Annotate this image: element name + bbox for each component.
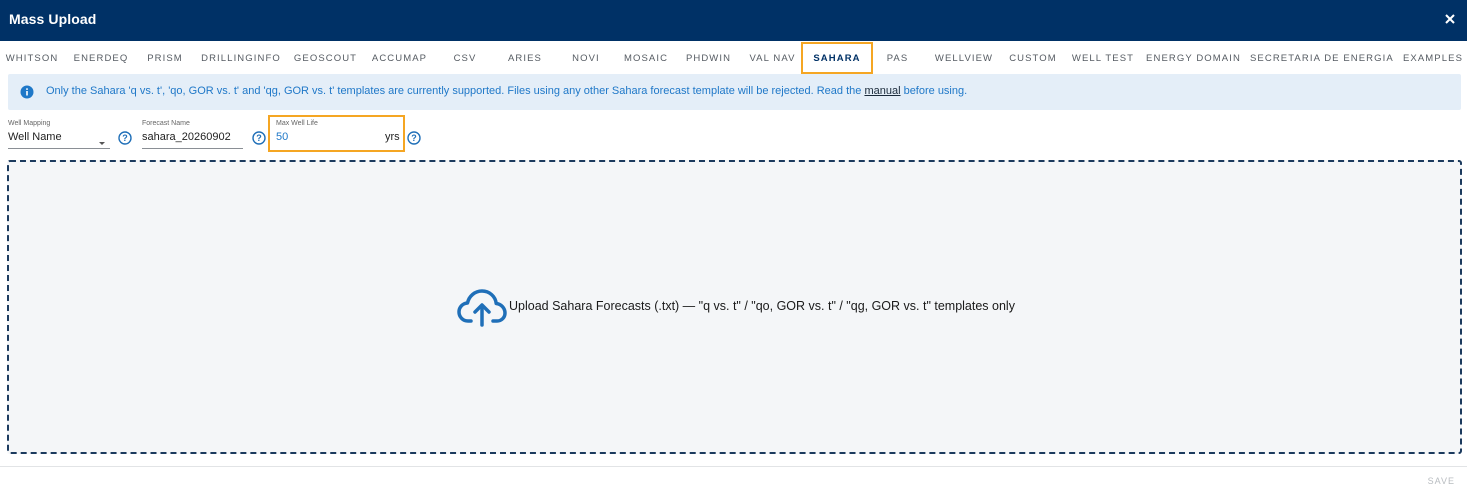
tab-prism[interactable]: PRISM (140, 42, 190, 74)
banner-text-before: Only the Sahara 'q vs. t', 'qo, GOR vs. … (46, 85, 865, 97)
banner-text-after: before using. (900, 85, 968, 97)
tab-well-test[interactable]: WELL TEST (1069, 42, 1137, 74)
cloud-upload-icon (457, 287, 507, 327)
tab-wellview[interactable]: WELLVIEW (931, 42, 997, 74)
forecast-name-label: Forecast Name (142, 120, 190, 127)
svg-text:?: ? (122, 133, 128, 143)
tab-phdwin[interactable]: PHDWIN (680, 42, 737, 74)
tab-novi[interactable]: NOVI (560, 42, 612, 74)
chevron-down-icon[interactable] (97, 134, 107, 145)
dialog-title: Mass Upload (9, 11, 97, 27)
svg-text:?: ? (256, 133, 262, 143)
forecast-name-underline (142, 148, 243, 149)
dialog-header: Mass Upload (0, 0, 1467, 41)
max-well-life-unit: yrs (385, 131, 400, 143)
info-icon (20, 85, 34, 99)
max-well-life-input[interactable]: 50 (276, 131, 288, 143)
tab-aries[interactable]: ARIES (498, 42, 552, 74)
close-icon[interactable] (1441, 10, 1459, 28)
source-tabs: WHITSON ENERDEQ PRISM DRILLINGINFO GEOSC… (0, 42, 1467, 74)
tab-csv[interactable]: CSV (440, 42, 490, 74)
tab-secretaria-de-energia[interactable]: SECRETARIA DE ENERGIA (1250, 42, 1393, 74)
info-banner: Only the Sahara 'q vs. t', 'qo, GOR vs. … (8, 74, 1461, 110)
well-mapping-label: Well Mapping (8, 120, 51, 127)
max-well-life-label: Max Well Life (276, 120, 318, 127)
tab-enerdeq[interactable]: ENERDEQ (70, 42, 132, 74)
well-mapping-select[interactable]: Well Name (8, 131, 62, 143)
save-button[interactable]: SAVE (1428, 476, 1455, 486)
svg-text:?: ? (411, 133, 417, 143)
tab-val-nav[interactable]: VAL NAV (745, 42, 800, 74)
forecast-name-help-icon[interactable]: ? (252, 131, 266, 145)
tab-drillinginfo[interactable]: DRILLINGINFO (198, 42, 284, 74)
well-mapping-help-icon[interactable]: ? (118, 131, 132, 145)
tab-mosaic[interactable]: MOSAIC (620, 42, 672, 74)
tab-sahara[interactable]: SAHARA (801, 42, 873, 74)
tab-custom[interactable]: CUSTOM (1005, 42, 1061, 74)
max-well-life-help-icon[interactable]: ? (407, 131, 421, 145)
tab-pas[interactable]: PAS (880, 42, 915, 74)
footer-divider (0, 466, 1467, 467)
forecast-name-input[interactable]: sahara_20260902 (142, 131, 231, 143)
tab-geoscout[interactable]: GEOSCOUT (292, 42, 359, 74)
tab-examples[interactable]: EXAMPLES (1400, 42, 1466, 74)
tab-whitson[interactable]: WHITSON (2, 42, 62, 74)
upload-dropzone[interactable]: Upload Sahara Forecasts (.txt) — "q vs. … (7, 160, 1462, 454)
banner-message: Only the Sahara 'q vs. t', 'qo, GOR vs. … (46, 85, 967, 97)
tab-accumap[interactable]: ACCUMAP (367, 42, 432, 74)
upload-instructions: Upload Sahara Forecasts (.txt) — "q vs. … (509, 299, 1015, 313)
tab-energy-domain[interactable]: ENERGY DOMAIN (1145, 42, 1242, 74)
well-mapping-underline (8, 148, 110, 149)
manual-link[interactable]: manual (864, 85, 900, 97)
